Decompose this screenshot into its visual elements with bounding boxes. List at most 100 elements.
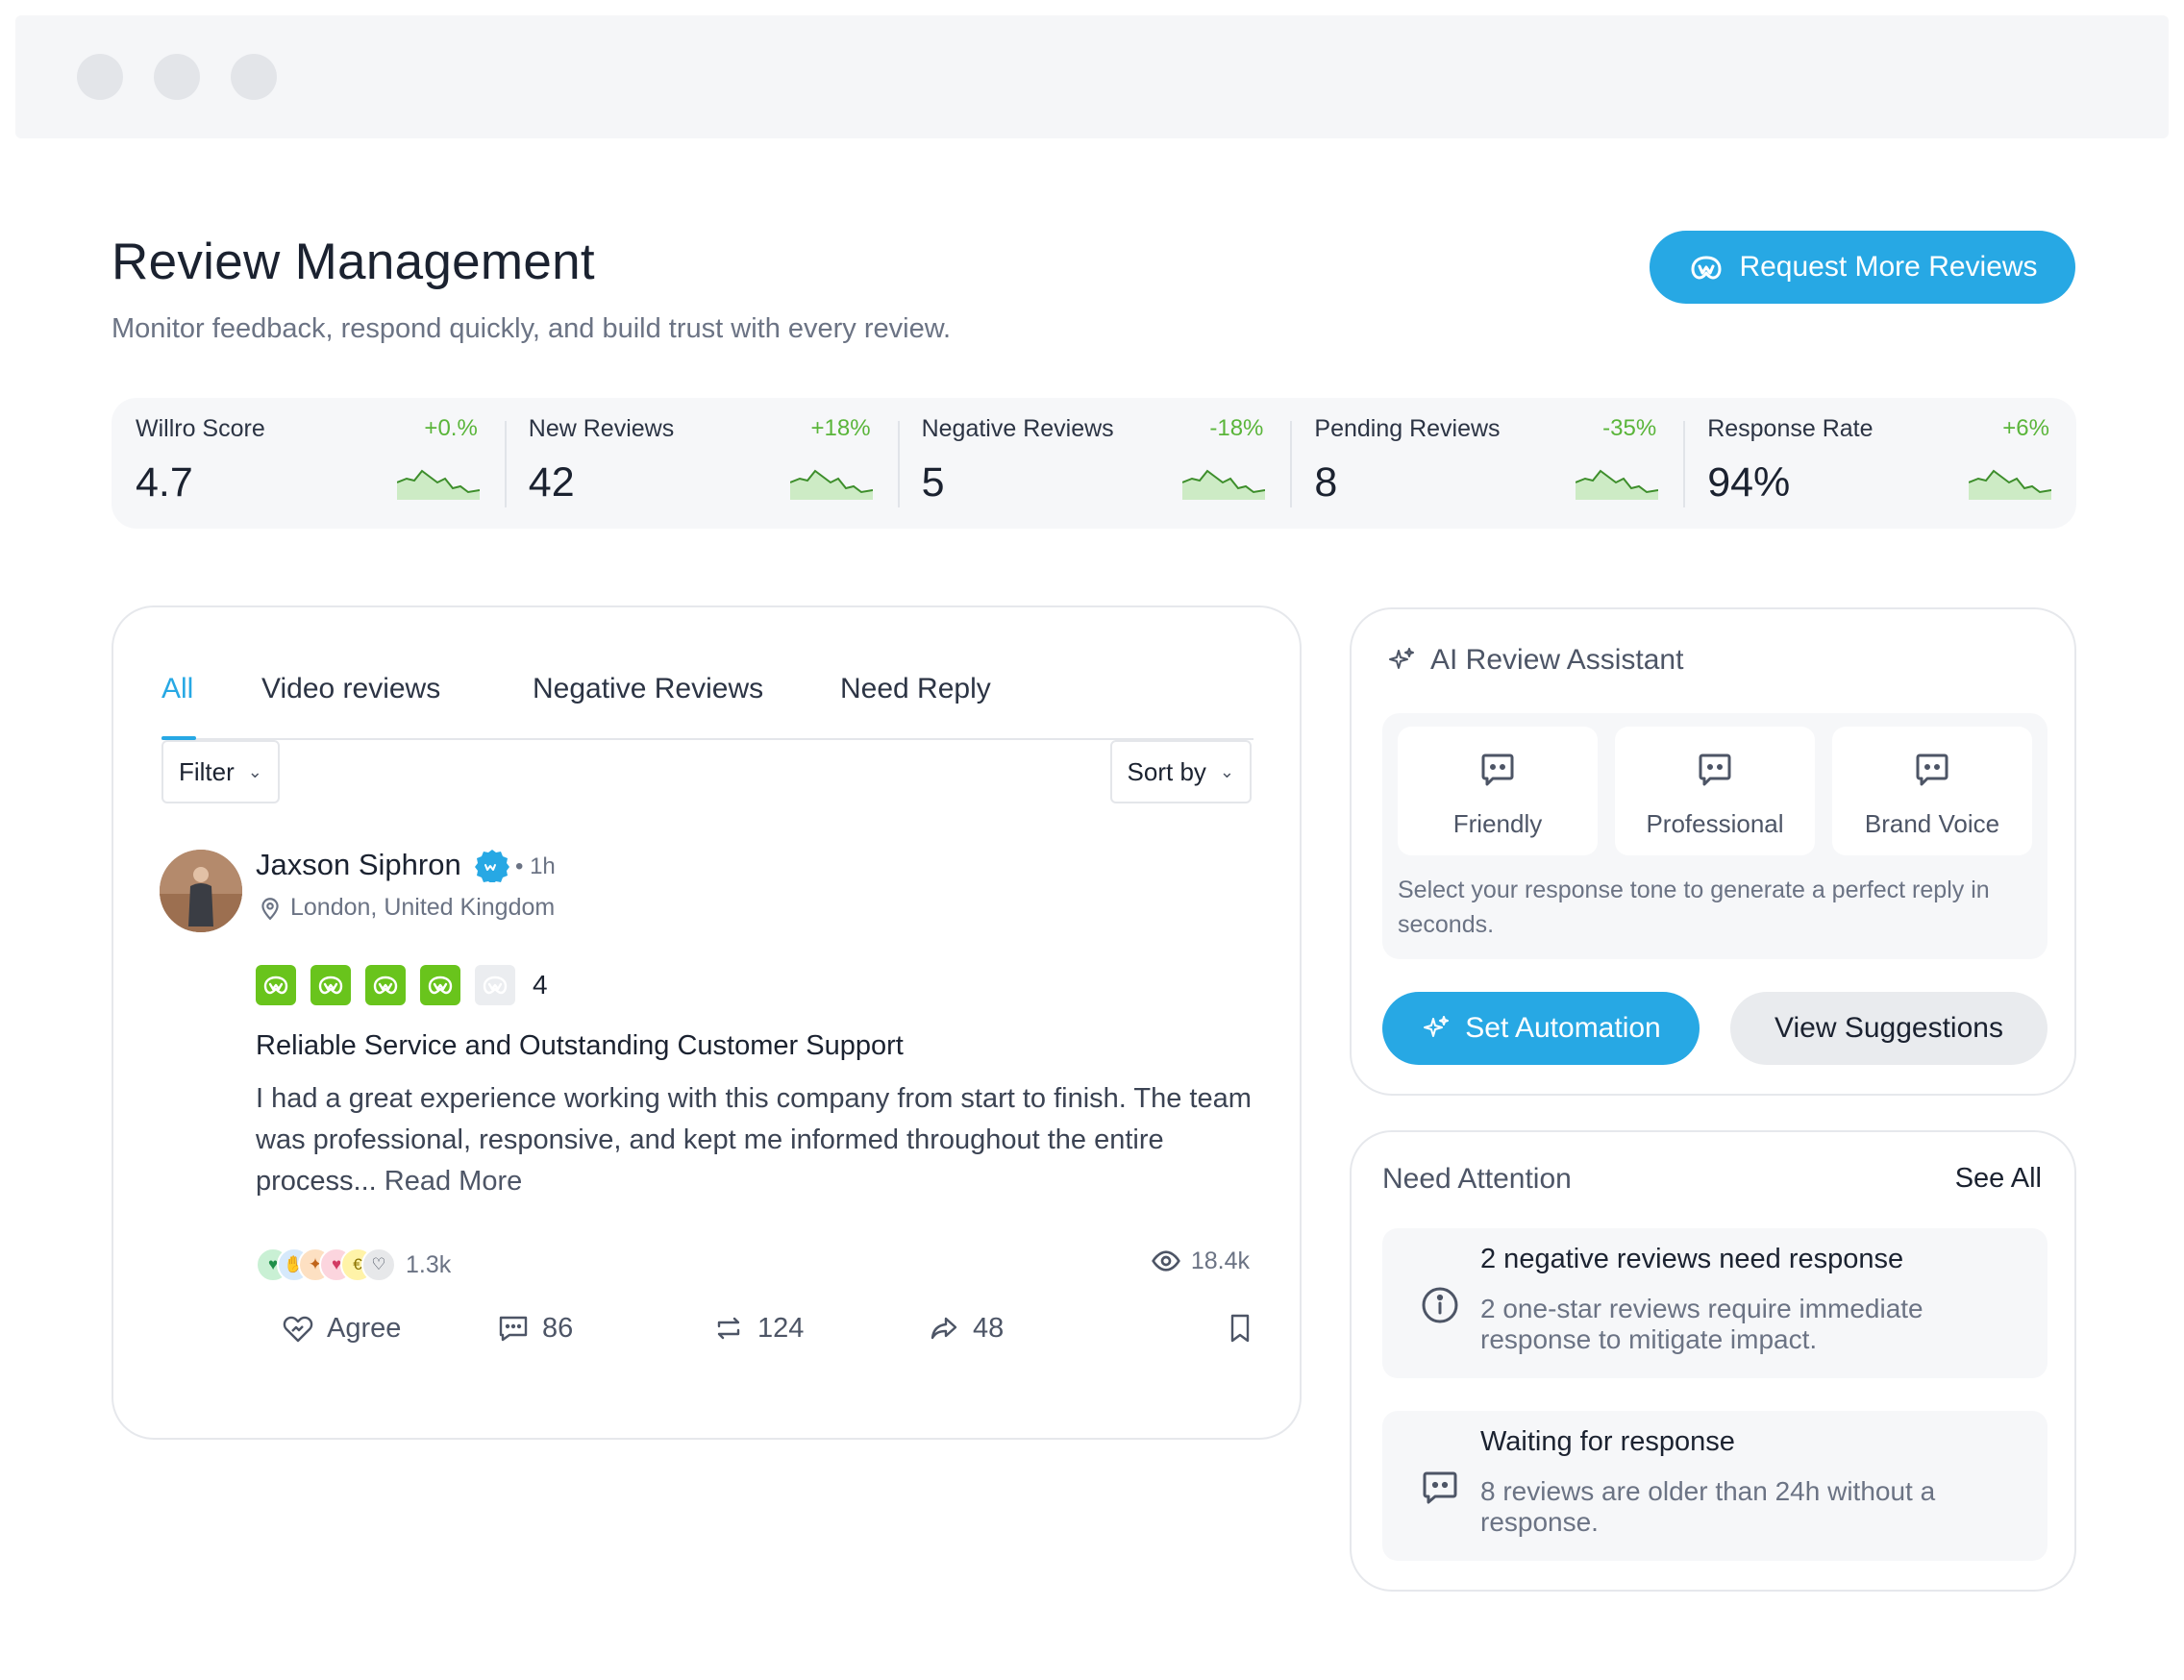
- tab-video-reviews[interactable]: Video reviews: [261, 673, 440, 705]
- chat-bubble-icon: [1699, 754, 1731, 786]
- handshake-heart-icon: [283, 1316, 313, 1343]
- attention-item-title: Waiting for response: [1480, 1426, 1735, 1457]
- views-text: 18.4k: [1190, 1247, 1250, 1274]
- set-automation-label: Set Automation: [1465, 1012, 1661, 1044]
- request-more-reviews-button[interactable]: Request More Reviews: [1650, 231, 2075, 304]
- stat-willro-score: Willro Score +0.% 4.7: [112, 398, 505, 529]
- chevron-down-icon: ⌄: [1219, 761, 1234, 781]
- stat-pending-reviews: Pending Reviews -35% 8: [1290, 398, 1683, 529]
- stat-negative-reviews: Negative Reviews -18% 5: [897, 398, 1291, 529]
- agree-label: Agree: [327, 1312, 402, 1344]
- reaction-support-icon: ♡: [361, 1248, 396, 1282]
- tab-need-reply[interactable]: Need Reply: [840, 673, 991, 705]
- attention-item[interactable]: Waiting for response 8 reviews are older…: [1382, 1411, 2048, 1561]
- tab-all[interactable]: All: [161, 673, 193, 705]
- sparkline-icon: [1182, 469, 1266, 500]
- stat-delta: -18%: [1209, 415, 1264, 441]
- chevron-down-icon: ⌄: [247, 761, 262, 781]
- ai-assistant-title-text: AI Review Assistant: [1430, 644, 1684, 676]
- stat-label: Response Rate: [1707, 415, 1874, 442]
- share-count: 48: [973, 1312, 1005, 1344]
- tone-friendly[interactable]: Friendly: [1398, 727, 1598, 855]
- review-actions: Agree 86 124 48: [281, 1311, 1257, 1361]
- tone-professional[interactable]: Professional: [1615, 727, 1815, 855]
- sparkline-icon: [1968, 469, 2051, 500]
- sparkle-icon: [1424, 1016, 1450, 1037]
- attention-item[interactable]: 2 negative reviews need response 2 one-s…: [1382, 1228, 2048, 1378]
- share-button[interactable]: 48: [927, 1311, 1004, 1346]
- chat-icon: [1423, 1471, 1457, 1504]
- stat-value: 5: [921, 459, 945, 506]
- ai-assistant-card: AI Review Assistant Friendly Professiona…: [1350, 607, 2076, 1096]
- tone-selector: Friendly Professional Brand Voice Select…: [1382, 713, 2048, 959]
- stat-label: Willro Score: [136, 415, 265, 442]
- stat-value: 94%: [1707, 459, 1791, 506]
- review-feed-card: All Video reviews Negative Reviews Need …: [112, 605, 1302, 1440]
- filter-button[interactable]: Filter ⌄: [161, 740, 280, 803]
- brand-logo-icon: [1691, 256, 1722, 280]
- stats-bar: Willro Score +0.% 4.7 New Reviews +18% 4…: [112, 398, 2076, 529]
- window-chrome: [15, 15, 2169, 138]
- window-close-dot[interactable]: [77, 54, 123, 100]
- sparkline-icon: [1576, 469, 1659, 500]
- info-icon: [1422, 1287, 1458, 1323]
- star-rating: 4: [256, 965, 548, 1005]
- tone-brand-voice[interactable]: Brand Voice: [1832, 727, 2032, 855]
- chat-bubble-icon: [1916, 754, 1948, 786]
- stat-delta: -35%: [1602, 415, 1657, 441]
- reviewer-name[interactable]: Jaxson Siphron: [256, 848, 461, 882]
- repost-icon: [717, 1317, 740, 1340]
- location-text: London, United Kingdom: [290, 894, 556, 921]
- bookmark-icon: [1230, 1314, 1250, 1343]
- window-minimize-dot[interactable]: [154, 54, 200, 100]
- tab-negative-reviews[interactable]: Negative Reviews: [533, 673, 763, 705]
- star-filled-icon: [420, 965, 460, 1005]
- set-automation-button[interactable]: Set Automation: [1382, 992, 1700, 1065]
- see-all-link[interactable]: See All: [1955, 1163, 2042, 1195]
- review-time: • 1h: [515, 853, 556, 879]
- sparkline-icon: [396, 469, 480, 500]
- comments-button[interactable]: 86: [496, 1311, 573, 1346]
- tone-hint: Select your response tone to generate a …: [1398, 877, 1990, 938]
- reaction-count: 1.3k: [406, 1250, 452, 1278]
- stat-new-reviews: New Reviews +18% 42: [504, 398, 898, 529]
- view-suggestions-button[interactable]: View Suggestions: [1730, 992, 2048, 1065]
- share-arrow-icon: [931, 1317, 957, 1340]
- filter-label: Filter: [179, 756, 235, 786]
- reviewer-location: London, United Kingdom: [258, 894, 555, 922]
- stat-delta: +18%: [810, 415, 871, 441]
- sparkline-icon: [789, 469, 873, 500]
- star-filled-icon: [365, 965, 406, 1005]
- stat-label: Negative Reviews: [921, 415, 1114, 442]
- bookmark-button[interactable]: [1223, 1311, 1257, 1346]
- review-title: Reliable Service and Outstanding Custome…: [256, 1030, 904, 1061]
- attention-item-desc: 8 reviews are older than 24h without a r…: [1480, 1476, 1936, 1537]
- location-pin-icon: [261, 897, 279, 920]
- agree-button[interactable]: Agree: [281, 1311, 401, 1346]
- sort-label: Sort by: [1127, 756, 1206, 786]
- star-empty-icon: [475, 965, 515, 1005]
- stat-value: 42: [528, 459, 575, 506]
- review-body: I had a great experience working with th…: [256, 1078, 1255, 1202]
- window-maximize-dot[interactable]: [231, 54, 277, 100]
- tone-label: Professional: [1646, 809, 1784, 838]
- reaction-summary[interactable]: ♥ ✋ ✦ ♥ € ♡ 1.3k: [256, 1248, 451, 1282]
- eye-icon: [1151, 1250, 1180, 1272]
- need-attention-card: Need Attention See All 2 negative review…: [1350, 1130, 2076, 1592]
- page-title: Review Management: [112, 234, 595, 290]
- comments-count: 86: [542, 1312, 574, 1344]
- stat-label: New Reviews: [528, 415, 675, 442]
- attention-item-title: 2 negative reviews need response: [1480, 1244, 1904, 1274]
- repost-button[interactable]: 124: [711, 1311, 804, 1346]
- verified-badge-icon: [475, 850, 509, 882]
- avatar[interactable]: [160, 850, 242, 932]
- comment-icon: [499, 1316, 528, 1342]
- star-filled-icon: [310, 965, 351, 1005]
- star-filled-icon: [256, 965, 296, 1005]
- tone-label: Brand Voice: [1864, 809, 2000, 838]
- stat-value: 4.7: [136, 459, 193, 506]
- review-tabs: All Video reviews Negative Reviews Need …: [161, 640, 1253, 740]
- read-more-link[interactable]: Read More: [385, 1166, 522, 1197]
- sort-by-button[interactable]: Sort by ⌄: [1109, 740, 1252, 803]
- repost-count: 124: [757, 1312, 805, 1344]
